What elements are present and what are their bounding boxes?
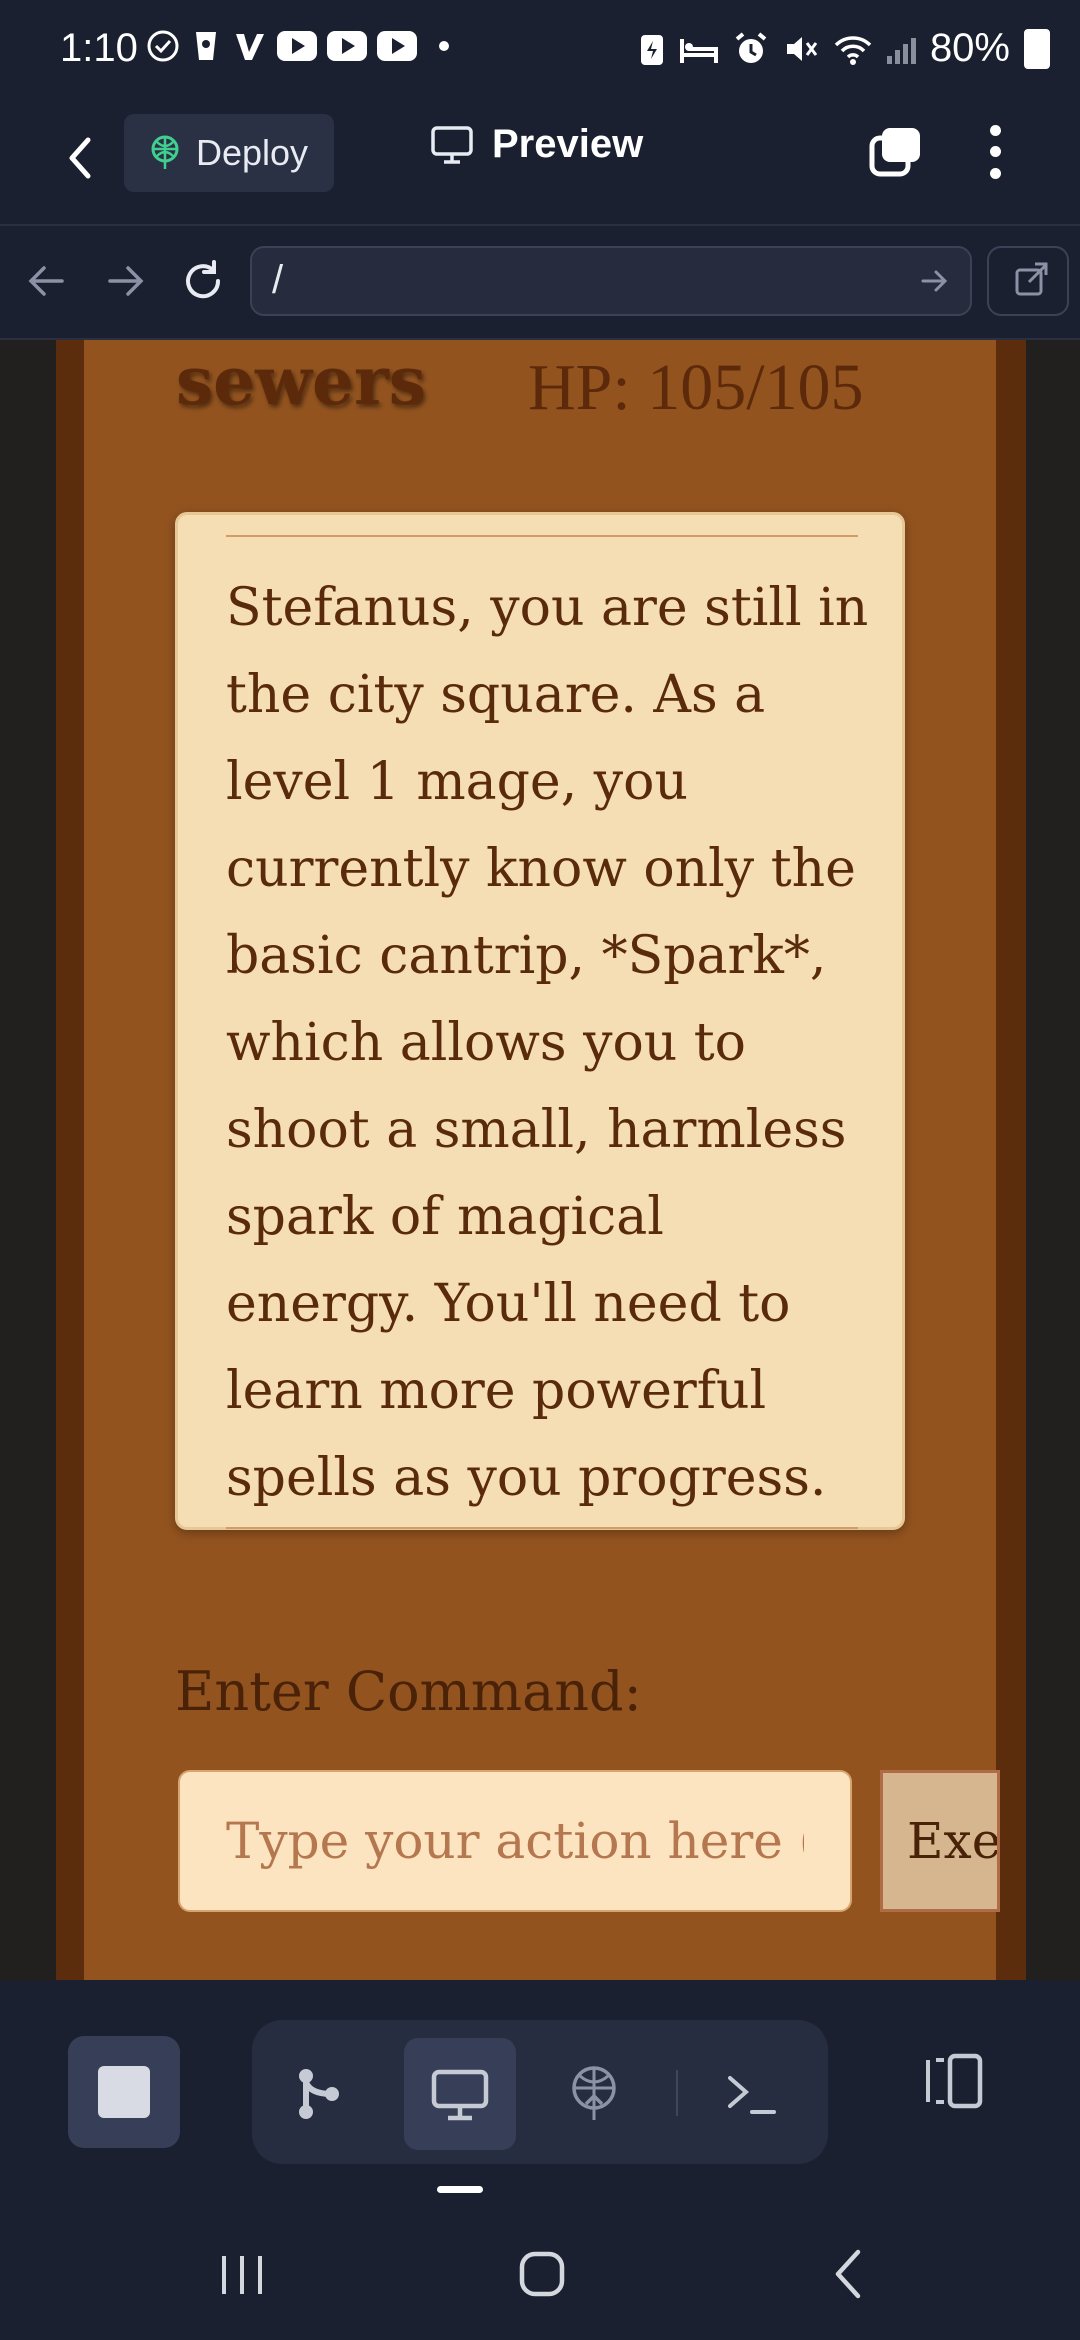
- hp-display: HP: 105/105: [528, 351, 864, 424]
- cup-icon: [196, 32, 216, 60]
- go-arrow-icon[interactable]: [918, 264, 952, 298]
- preview-tool-button[interactable]: [404, 2038, 516, 2150]
- status-bar: 1:10 80%: [0, 0, 1080, 100]
- home-indicator: [437, 2186, 483, 2193]
- url-text: /: [272, 258, 284, 302]
- youtube-icon: [277, 31, 317, 61]
- external-link-icon: [1015, 262, 1048, 296]
- terminal-icon: [728, 2076, 776, 2114]
- more-notifications-dot: [439, 41, 449, 51]
- story-top-rule: [226, 535, 858, 537]
- preview-webview: sewers HP: 105/105 Stefanus, you are sti…: [0, 340, 1080, 1980]
- battery-icon: [1024, 28, 1050, 69]
- stop-icon: [98, 2066, 150, 2118]
- browser-url-bar: /: [0, 226, 1080, 340]
- split-panel-icon[interactable]: [920, 2046, 990, 2116]
- execute-button[interactable]: Execute: [880, 1770, 1000, 1912]
- open-external-button[interactable]: [987, 246, 1069, 316]
- deploy-icon: [151, 135, 179, 169]
- youtube-icon: [327, 31, 367, 61]
- toolbar-divider: [676, 2070, 678, 2116]
- home-icon[interactable]: [512, 2244, 572, 2304]
- check-circle-icon: [147, 30, 179, 62]
- bed-icon: [679, 38, 718, 63]
- story-box: Stefanus, you are still in the city squa…: [175, 512, 905, 1530]
- recent-apps-icon[interactable]: [212, 2244, 272, 2304]
- reload-icon[interactable]: [178, 256, 228, 306]
- shell-button[interactable]: [696, 2038, 808, 2150]
- system-icons: 80%: [639, 26, 1050, 71]
- story-bottom-rule: [226, 1527, 858, 1529]
- deploy-icon: [572, 2066, 616, 2120]
- game-frame-edge: [996, 340, 1024, 1980]
- bottom-toolbar: [0, 1980, 1080, 2180]
- git-branch-icon: [299, 2069, 339, 2119]
- preview-label: Preview: [492, 122, 644, 166]
- alarm-icon: [735, 31, 767, 63]
- nav-back-icon[interactable]: [818, 2244, 878, 2304]
- story-text: Stefanus, you are still in the city squa…: [226, 578, 869, 1508]
- youtube-icon: [377, 31, 417, 61]
- git-button[interactable]: [262, 2038, 374, 2150]
- status-time: 1:10: [60, 26, 138, 70]
- monitor-icon: [431, 125, 473, 164]
- app-header: Deploy Preview: [0, 100, 1080, 226]
- url-input[interactable]: /: [250, 246, 972, 316]
- more-options-icon[interactable]: [975, 120, 1015, 184]
- tab-preview[interactable]: Preview: [430, 122, 643, 167]
- layers-icon[interactable]: [868, 124, 924, 180]
- android-nav-bar: [0, 2200, 1080, 2340]
- venmo-icon: [236, 34, 264, 60]
- signal-icon: [886, 34, 916, 64]
- deploy-label: Deploy: [196, 132, 309, 173]
- browser-forward-icon[interactable]: [100, 256, 150, 306]
- battery-percent: 80%: [929, 26, 1010, 70]
- mute-icon: [786, 36, 818, 61]
- monitor-icon: [431, 2069, 489, 2121]
- location-name: sewers: [176, 342, 426, 420]
- stop-button[interactable]: [68, 2036, 180, 2148]
- tool-group: [252, 2020, 828, 2164]
- deploy-tool-button[interactable]: [538, 2038, 650, 2150]
- command-input[interactable]: [178, 1770, 852, 1912]
- wifi-icon: [834, 35, 872, 65]
- notification-icons: [145, 28, 449, 64]
- back-arrow-icon[interactable]: [50, 128, 110, 188]
- deploy-button[interactable]: Deploy: [124, 114, 334, 192]
- battery-saver-icon: [640, 34, 663, 65]
- command-label: Enter Command:: [175, 1660, 642, 1723]
- browser-back-icon[interactable]: [22, 256, 72, 306]
